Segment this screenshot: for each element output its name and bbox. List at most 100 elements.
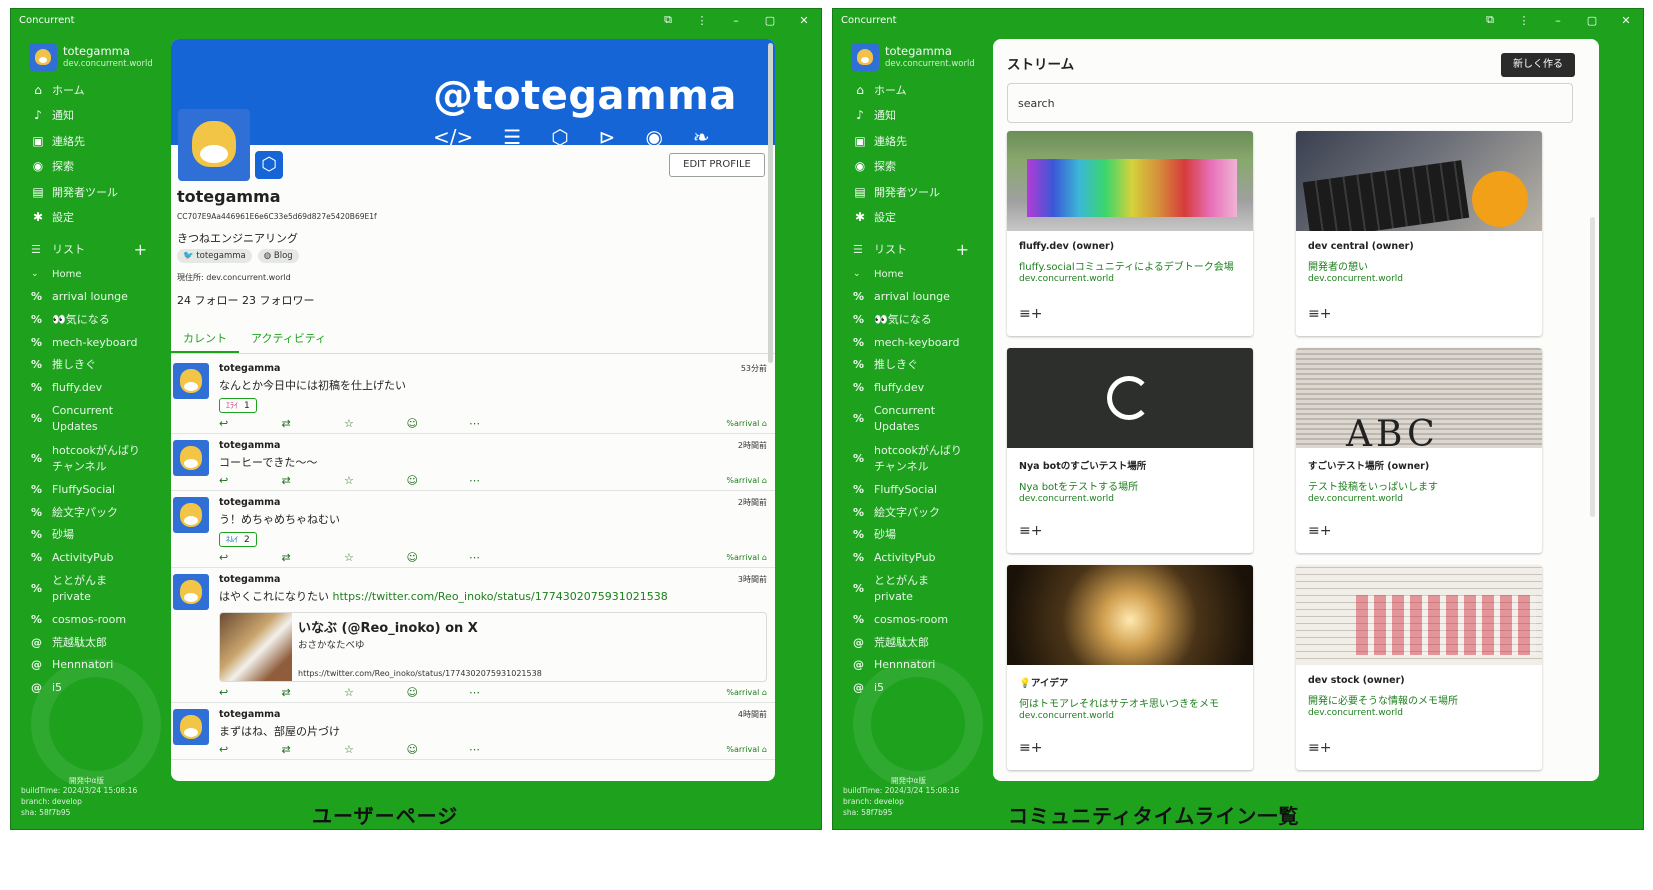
sidebar-stream-item[interactable]: % FluffySocial: [833, 478, 1001, 501]
sidebar-item-contacts[interactable]: ▣ 連絡先: [833, 128, 1001, 154]
add-to-list-icon[interactable]: ≡+: [1308, 740, 1331, 756]
reply-icon[interactable]: ↩: [219, 551, 282, 564]
sidebar-item-devtools[interactable]: ▤ 開発者ツール: [11, 179, 179, 205]
stream-card[interactable]: fluffy.dev (owner) fluffy.socialコミュニティによ…: [1007, 131, 1253, 336]
sidebar-stream-item[interactable]: % FluffySocial: [11, 478, 179, 501]
add-reaction-icon[interactable]: ☺: [407, 743, 470, 756]
repost-icon[interactable]: ⇄: [282, 551, 345, 564]
more-icon[interactable]: ⋯: [469, 417, 532, 430]
post-author[interactable]: totegamma: [219, 363, 280, 374]
reply-icon[interactable]: ↩: [219, 474, 282, 487]
sidebar-item-explore[interactable]: ◉ 探索: [833, 154, 1001, 180]
repost-icon[interactable]: ⇄: [282, 474, 345, 487]
list-home-toggle[interactable]: ⌄ Home: [11, 262, 179, 286]
sidebar-stream-item[interactable]: % fluffy.dev: [833, 377, 1001, 400]
more-icon[interactable]: ⋯: [469, 551, 532, 564]
more-icon[interactable]: ⋯: [469, 474, 532, 487]
list-header[interactable]: ☰ リスト +: [833, 236, 1001, 262]
sidebar-stream-item[interactable]: % mech-keyboard: [11, 331, 179, 354]
sidebar-item-devtools[interactable]: ▤ 開発者ツール: [833, 179, 1001, 205]
add-list-button[interactable]: +: [956, 240, 969, 259]
maximize-button[interactable]: ▢: [753, 14, 787, 27]
sidebar-stream-item[interactable]: % hotcookがんばりチャンネル: [833, 439, 1001, 479]
sidebar-stream-item[interactable]: % 砂場: [833, 524, 1001, 547]
reaction-badge[interactable]: ﾈﾑｲ 2: [219, 532, 257, 547]
sidebar-stream-item[interactable]: @ 荒越駄太郎: [833, 631, 1001, 654]
search-input[interactable]: search: [1007, 83, 1573, 123]
sidebar-stream-item[interactable]: % 👀気になる: [11, 309, 179, 332]
close-button[interactable]: ✕: [787, 14, 821, 27]
favorite-icon[interactable]: ☆: [344, 551, 407, 564]
extension-icon[interactable]: ⧉: [651, 13, 685, 27]
sidebar-stream-item[interactable]: % fluffy.dev: [11, 377, 179, 400]
stream-card[interactable]: dev central (owner) 開発者の憩い dev.concurren…: [1296, 131, 1542, 336]
minimize-button[interactable]: –: [1541, 14, 1575, 27]
current-user[interactable]: totegamma dev.concurrent.world: [833, 31, 1001, 73]
reply-icon[interactable]: ↩: [219, 743, 282, 756]
post-author[interactable]: totegamma: [219, 574, 280, 585]
sidebar-item-settings[interactable]: ✱ 設定: [833, 205, 1001, 231]
twitter-link-chip[interactable]: 🐦 totegamma: [177, 249, 252, 263]
more-menu-icon[interactable]: ⋮: [1507, 14, 1541, 27]
sidebar-stream-item[interactable]: % cosmos-room: [833, 609, 1001, 632]
sidebar-stream-item[interactable]: @ 荒越駄太郎: [11, 631, 179, 654]
add-to-list-icon[interactable]: ≡+: [1308, 523, 1331, 539]
more-menu-icon[interactable]: ⋮: [685, 14, 719, 27]
current-user[interactable]: totegamma dev.concurrent.world: [11, 31, 179, 73]
favorite-icon[interactable]: ☆: [344, 686, 407, 699]
list-header[interactable]: ☰ リスト +: [11, 236, 179, 262]
sidebar-stream-item[interactable]: % arrival lounge: [833, 286, 1001, 309]
favorite-icon[interactable]: ☆: [344, 474, 407, 487]
post-author[interactable]: totegamma: [219, 709, 280, 720]
post-stream-tag[interactable]: %arrival ⌂: [726, 419, 767, 428]
follow-counts[interactable]: 24 フォロー 23 フォロワー: [177, 292, 765, 308]
sidebar-stream-item[interactable]: % hotcookがんばりチャンネル: [11, 439, 179, 479]
edit-profile-button[interactable]: EDIT PROFILE: [669, 153, 765, 177]
sidebar-stream-item[interactable]: % ととがんま private: [833, 569, 1001, 609]
reply-icon[interactable]: ↩: [219, 686, 282, 699]
post-link[interactable]: https://twitter.com/Reo_inoko/status/177…: [333, 590, 668, 603]
add-to-list-icon[interactable]: ≡+: [1308, 306, 1331, 322]
more-icon[interactable]: ⋯: [469, 686, 532, 699]
stream-card[interactable]: ABC すごいテスト場所 (owner) テスト投稿をいっぱいします dev.c…: [1296, 348, 1542, 553]
add-reaction-icon[interactable]: ☺: [407, 474, 470, 487]
sidebar-item-home[interactable]: ⌂ ホーム: [11, 77, 179, 103]
sidebar-stream-item[interactable]: % ActivityPub: [833, 547, 1001, 570]
add-reaction-icon[interactable]: ☺: [407, 417, 470, 430]
link-preview-card[interactable]: いなぶ (@Reo_inoko) on X おさかなたべゆ https://tw…: [219, 612, 767, 682]
tab-current[interactable]: カレント: [171, 324, 239, 353]
avatar[interactable]: [173, 363, 209, 399]
maximize-button[interactable]: ▢: [1575, 14, 1609, 27]
sidebar-item-home[interactable]: ⌂ ホーム: [833, 77, 1001, 103]
post-stream-tag[interactable]: %arrival ⌂: [726, 745, 767, 754]
post-stream-tag[interactable]: %arrival ⌂: [726, 688, 767, 697]
repost-icon[interactable]: ⇄: [282, 417, 345, 430]
create-stream-button[interactable]: 新しく作る: [1501, 53, 1575, 77]
stream-card[interactable]: 💡アイデア 何はトモアレそれはサテオキ思いつきをメモ dev.concurren…: [1007, 565, 1253, 770]
sidebar-stream-item[interactable]: % cosmos-room: [11, 609, 179, 632]
sidebar-stream-item[interactable]: % 砂場: [11, 524, 179, 547]
sidebar-item-contacts[interactable]: ▣ 連絡先: [11, 128, 179, 154]
scrollbar[interactable]: [768, 43, 773, 363]
minimize-button[interactable]: –: [719, 14, 753, 27]
reply-icon[interactable]: ↩: [219, 417, 282, 430]
avatar[interactable]: [173, 709, 209, 745]
favorite-icon[interactable]: ☆: [344, 417, 407, 430]
post-author[interactable]: totegamma: [219, 440, 280, 451]
add-reaction-icon[interactable]: ☺: [407, 686, 470, 699]
repost-icon[interactable]: ⇄: [282, 686, 345, 699]
close-button[interactable]: ✕: [1609, 14, 1643, 27]
sidebar-stream-item[interactable]: % 推しきぐ: [11, 354, 179, 377]
stream-card[interactable]: Nya botのすごいテスト場所 Nya botをテストする場所 dev.con…: [1007, 348, 1253, 553]
scrollbar[interactable]: [1590, 217, 1595, 517]
sidebar-item-notifications[interactable]: ♪ 通知: [11, 103, 179, 129]
sidebar-item-explore[interactable]: ◉ 探索: [11, 154, 179, 180]
avatar[interactable]: [173, 440, 209, 476]
tab-activity[interactable]: アクティビティ: [239, 324, 338, 353]
add-to-list-icon[interactable]: ≡+: [1019, 523, 1042, 539]
add-list-button[interactable]: +: [134, 240, 147, 259]
stream-card[interactable]: dev stock (owner) 開発に必要そうな情報のメモ場所 dev.co…: [1296, 565, 1542, 770]
sidebar-stream-item[interactable]: % Concurrent Updates: [833, 399, 1001, 439]
sidebar-stream-item[interactable]: % ActivityPub: [11, 547, 179, 570]
sidebar-item-settings[interactable]: ✱ 設定: [11, 205, 179, 231]
